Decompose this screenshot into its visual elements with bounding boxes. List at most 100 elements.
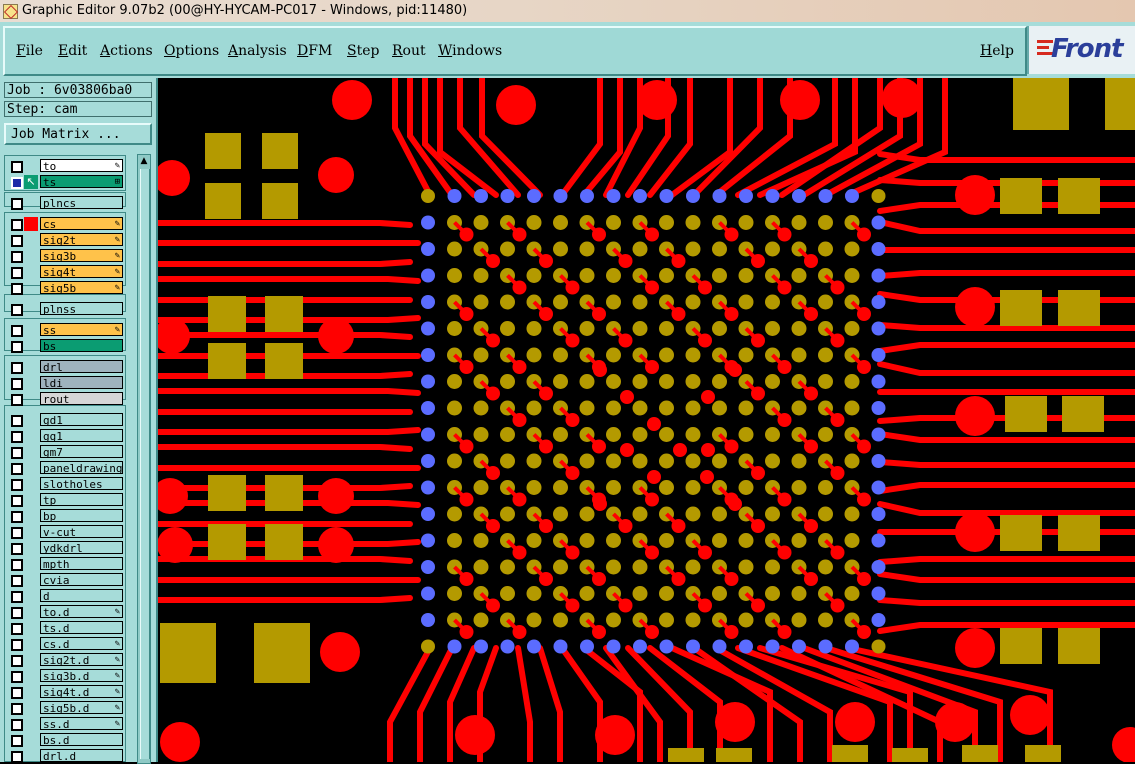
layer-checkbox[interactable] [11, 251, 23, 263]
layer-checkbox[interactable] [11, 267, 23, 279]
layer-name[interactable]: sig3b ✎ [40, 249, 123, 262]
layer-row-ss.d[interactable]: ss.d ✎ [4, 716, 126, 732]
layer-row-plnss[interactable]: plnss [4, 301, 126, 317]
layer-name[interactable]: sig4t.d ✎ [40, 685, 123, 698]
job-matrix-button[interactable]: Job Matrix ... [4, 123, 152, 145]
menu-analysis[interactable]: Analysis [228, 43, 287, 59]
layer-checkbox[interactable] [11, 543, 23, 555]
layer-name[interactable]: gd1 [40, 413, 123, 426]
pcb-view[interactable] [158, 78, 1135, 762]
layer-checkbox[interactable] [11, 283, 23, 295]
layer-name[interactable]: cvia [40, 573, 123, 586]
layer-row-cvia[interactable]: cvia [4, 572, 126, 588]
layer-row-v-cut[interactable]: v-cut [4, 524, 126, 540]
layer-checkbox[interactable] [11, 703, 23, 715]
layer-row-drl[interactable]: drl [4, 359, 126, 375]
layer-name[interactable]: sig5b ✎ [40, 281, 123, 294]
layer-checkbox[interactable] [11, 161, 23, 173]
menu-options[interactable]: Options [164, 43, 219, 59]
layer-checkbox[interactable] [11, 235, 23, 247]
layer-row-sig5b[interactable]: sig5b ✎ [4, 280, 126, 296]
scroll-thumb[interactable] [140, 169, 150, 759]
layer-row-ss[interactable]: ss ✎ [4, 322, 126, 338]
layer-name[interactable]: mpth [40, 557, 123, 570]
layer-name[interactable]: tp [40, 493, 123, 506]
layer-row-to[interactable]: to ✎ [4, 158, 126, 174]
layer-name[interactable]: slotholes [40, 477, 123, 490]
layer-row-ydkdrl[interactable]: ydkdrl [4, 540, 126, 556]
layer-checkbox[interactable] [11, 447, 23, 459]
layer-row-sig3b.d[interactable]: sig3b.d ✎ [4, 668, 126, 684]
layer-name[interactable]: d [40, 589, 123, 602]
layer-checkbox[interactable] [11, 527, 23, 539]
layer-checkbox[interactable] [11, 575, 23, 587]
layer-row-gd1[interactable]: gd1 [4, 412, 126, 428]
layer-checkbox[interactable] [11, 394, 23, 406]
layer-checkbox[interactable] [11, 687, 23, 699]
menu-windows[interactable]: Windows [438, 43, 502, 59]
layer-name[interactable]: bs.d [40, 733, 123, 746]
layer-checkbox[interactable] [11, 623, 23, 635]
layer-row-slotholes[interactable]: slotholes [4, 476, 126, 492]
layer-row-tp[interactable]: tp [4, 492, 126, 508]
layer-checkbox[interactable] [11, 495, 23, 507]
layer-checkbox[interactable] [11, 655, 23, 667]
layer-name[interactable]: ts.d [40, 621, 123, 634]
layer-name[interactable]: paneldrawing [40, 461, 123, 474]
layer-checkbox[interactable] [11, 751, 23, 763]
layer-row-sig4t[interactable]: sig4t ✎ [4, 264, 126, 280]
layer-row-gm7[interactable]: gm7 [4, 444, 126, 460]
layer-name[interactable]: plncs [40, 196, 123, 209]
layer-row-paneldrawing[interactable]: paneldrawing [4, 460, 126, 476]
menu-edit[interactable]: Edit [58, 43, 87, 59]
layer-row-rout[interactable]: rout [4, 391, 126, 407]
menu-rout[interactable]: Rout [392, 43, 426, 59]
layer-name[interactable]: sig3b.d ✎ [40, 669, 123, 682]
layer-row-sig3b[interactable]: sig3b ✎ [4, 248, 126, 264]
layer-row-sig2t.d[interactable]: sig2t.d ✎ [4, 652, 126, 668]
layer-checkbox[interactable] [11, 559, 23, 571]
layer-name[interactable]: to ✎ [40, 159, 123, 172]
layer-row-gg1[interactable]: gg1 [4, 428, 126, 444]
layer-checkbox[interactable] [11, 511, 23, 523]
layer-name[interactable]: bp [40, 509, 123, 522]
layer-checkbox[interactable] [11, 198, 23, 210]
layer-name[interactable]: sig2t ✎ [40, 233, 123, 246]
layer-name[interactable]: drl.d [40, 749, 123, 762]
layer-name[interactable]: to.d ✎ [40, 605, 123, 618]
menu-help[interactable]: Help [980, 43, 1014, 59]
layer-name[interactable]: gg1 [40, 429, 123, 442]
layer-checkbox[interactable] [11, 415, 23, 427]
layer-name[interactable]: gm7 [40, 445, 123, 458]
layer-name[interactable]: ydkdrl [40, 541, 123, 554]
layer-name[interactable]: ss ✎ [40, 323, 123, 336]
layer-row-sig4t.d[interactable]: sig4t.d ✎ [4, 684, 126, 700]
layer-name[interactable]: bs [40, 339, 123, 352]
layer-name[interactable]: ts ⊞ [40, 175, 123, 188]
layer-checkbox[interactable] [11, 671, 23, 683]
layer-checkbox[interactable] [11, 479, 23, 491]
layer-row-sig5b.d[interactable]: sig5b.d ✎ [4, 700, 126, 716]
layer-checkbox[interactable] [11, 325, 23, 337]
layer-row-d[interactable]: d [4, 588, 126, 604]
layer-row-cs[interactable]: cs ✎ [4, 216, 126, 232]
layer-name[interactable]: sig2t.d ✎ [40, 653, 123, 666]
layer-checkbox[interactable] [11, 341, 23, 353]
layer-scrollbar[interactable]: ▲ [137, 154, 151, 764]
layer-row-mpth[interactable]: mpth [4, 556, 126, 572]
menu-dfm[interactable]: DFM [297, 43, 332, 59]
layer-name[interactable]: ss.d ✎ [40, 717, 123, 730]
layer-row-ts[interactable]: ↖ ts ⊞ [4, 174, 126, 190]
graphic-canvas[interactable] [158, 78, 1135, 762]
layer-checkbox[interactable] [11, 463, 23, 475]
layer-name[interactable]: sig4t ✎ [40, 265, 123, 278]
menu-step[interactable]: Step [347, 43, 379, 59]
layer-row-ldi[interactable]: ldi [4, 375, 126, 391]
layer-name[interactable]: drl [40, 360, 123, 373]
menu-actions[interactable]: Actions [100, 43, 153, 59]
layer-name[interactable]: sig5b.d ✎ [40, 701, 123, 714]
layer-name[interactable]: ldi [40, 376, 123, 389]
layer-row-plncs[interactable]: plncs [4, 195, 126, 211]
layer-checkbox[interactable] [11, 591, 23, 603]
layer-checkbox[interactable] [11, 607, 23, 619]
